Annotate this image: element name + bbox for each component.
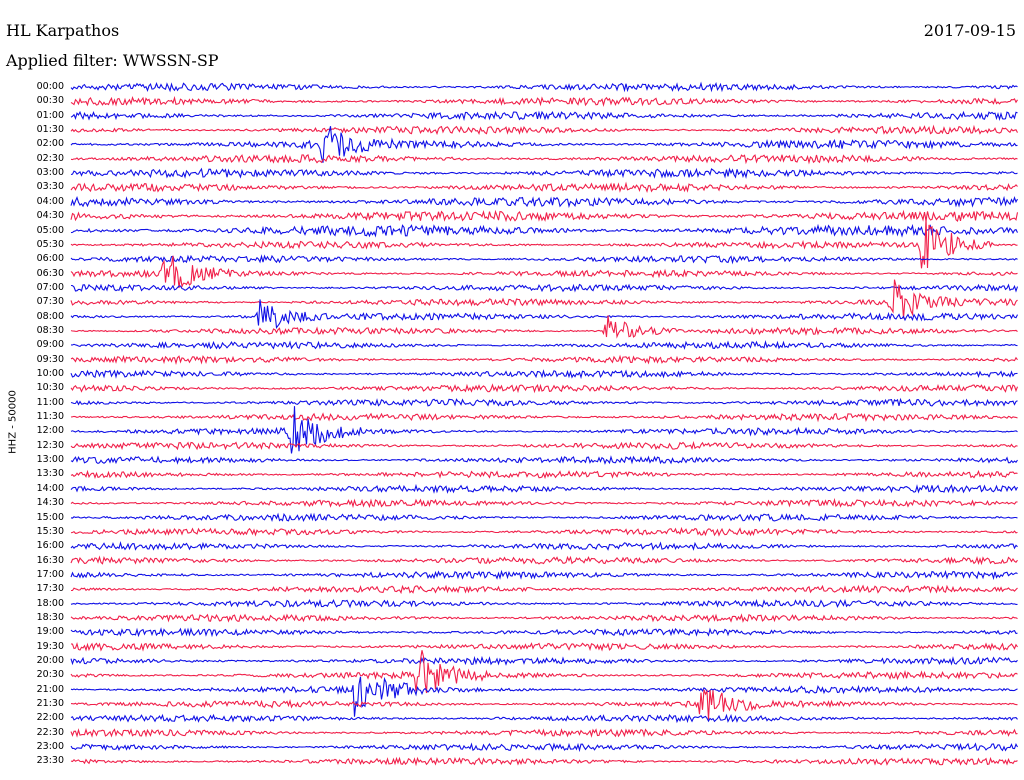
trace-row-2200 — [70, 713, 1018, 724]
trace-row-1430 — [70, 497, 1018, 509]
trace-row-0430 — [70, 209, 1019, 223]
trace-row-1600 — [70, 540, 1018, 551]
trace-row-1230 — [70, 440, 1018, 451]
trace-row-1100 — [70, 397, 1018, 408]
trace-row-0000 — [70, 81, 1018, 93]
trace-row-0330 — [70, 181, 1018, 194]
trace-row-0600 — [70, 254, 1018, 265]
trace-row-0530 — [70, 217, 1018, 269]
trace-row-1800 — [70, 598, 1018, 609]
trace-row-1530 — [70, 526, 1018, 537]
trace-row-0400 — [70, 195, 1018, 209]
trace-row-1930 — [70, 642, 1018, 652]
trace-row-0630 — [70, 255, 1018, 289]
trace-row-2000 — [70, 655, 1018, 666]
trace-row-1630 — [70, 555, 1018, 566]
trace-row-0200 — [70, 126, 1018, 163]
trace-row-0500 — [70, 223, 1018, 238]
trace-row-0030 — [70, 95, 1018, 108]
trace-row-2230 — [70, 727, 1018, 738]
trace-row-1830 — [70, 613, 1018, 623]
trace-row-0930 — [70, 354, 1018, 366]
trace-row-1730 — [71, 584, 1018, 595]
trace-row-2100 — [70, 676, 1018, 717]
trace-row-2300 — [70, 742, 1018, 753]
trace-row-0830 — [70, 315, 1018, 339]
trace-row-2030 — [70, 650, 1018, 694]
trace-row-0700 — [70, 283, 1019, 293]
trace-row-0130 — [70, 124, 1018, 136]
trace-row-1300 — [70, 455, 1018, 465]
trace-row-1400 — [70, 483, 1018, 494]
trace-row-0730 — [70, 279, 1018, 319]
trace-row-0230 — [70, 153, 1018, 165]
trace-row-1500 — [70, 512, 1018, 522]
seismogram-plot — [70, 81, 1019, 767]
trace-row-0100 — [70, 110, 1018, 122]
trace-row-1000 — [70, 369, 1018, 380]
trace-row-1900 — [70, 627, 1018, 638]
trace-row-1130 — [70, 412, 1018, 423]
trace-row-0900 — [70, 340, 1018, 350]
trace-row-0300 — [70, 167, 1018, 179]
trace-row-1700 — [70, 569, 1018, 581]
trace-row-2330 — [70, 756, 1018, 767]
trace-row-1330 — [70, 469, 1018, 480]
trace-row-1030 — [70, 383, 1019, 394]
